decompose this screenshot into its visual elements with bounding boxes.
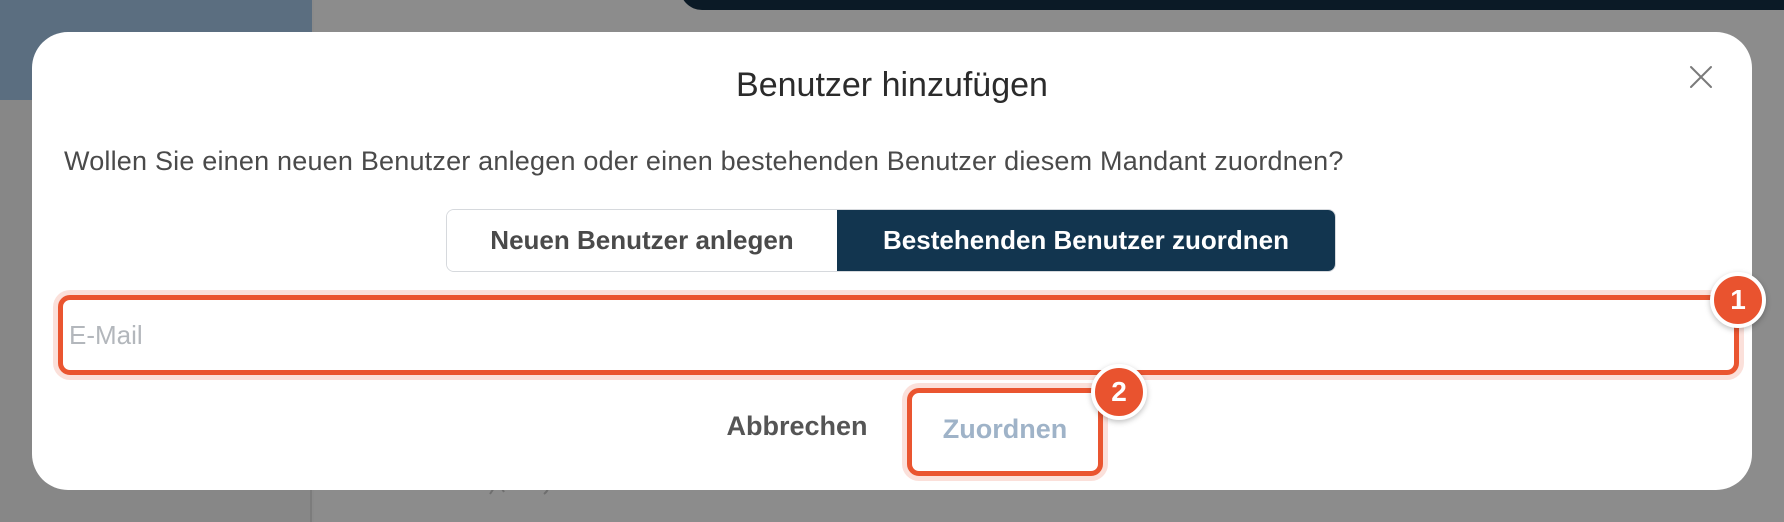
mode-toggle: Neuen Benutzer anlegen Bestehenden Benut… (446, 209, 1336, 272)
close-button[interactable] (1686, 62, 1716, 92)
background-topbar (680, 0, 1784, 10)
assign-button[interactable]: Zuordnen (907, 388, 1103, 476)
email-field (58, 295, 1739, 375)
dialog-title: Benutzer hinzufügen (736, 66, 1048, 104)
add-user-dialog: Benutzer hinzufügen Wollen Sie einen neu… (32, 32, 1752, 490)
dialog-question: Wollen Sie einen neuen Benutzer anlegen … (64, 146, 1344, 176)
cancel-button[interactable]: Abbrechen (702, 396, 892, 456)
email-input[interactable] (63, 300, 1734, 370)
step-badge-2: 2 (1091, 364, 1147, 420)
step-badge-1: 1 (1710, 272, 1766, 328)
close-icon (1690, 66, 1712, 88)
toggle-new-user[interactable]: Neuen Benutzer anlegen (447, 210, 837, 271)
toggle-existing-user[interactable]: Bestehenden Benutzer zuordnen (837, 210, 1335, 271)
